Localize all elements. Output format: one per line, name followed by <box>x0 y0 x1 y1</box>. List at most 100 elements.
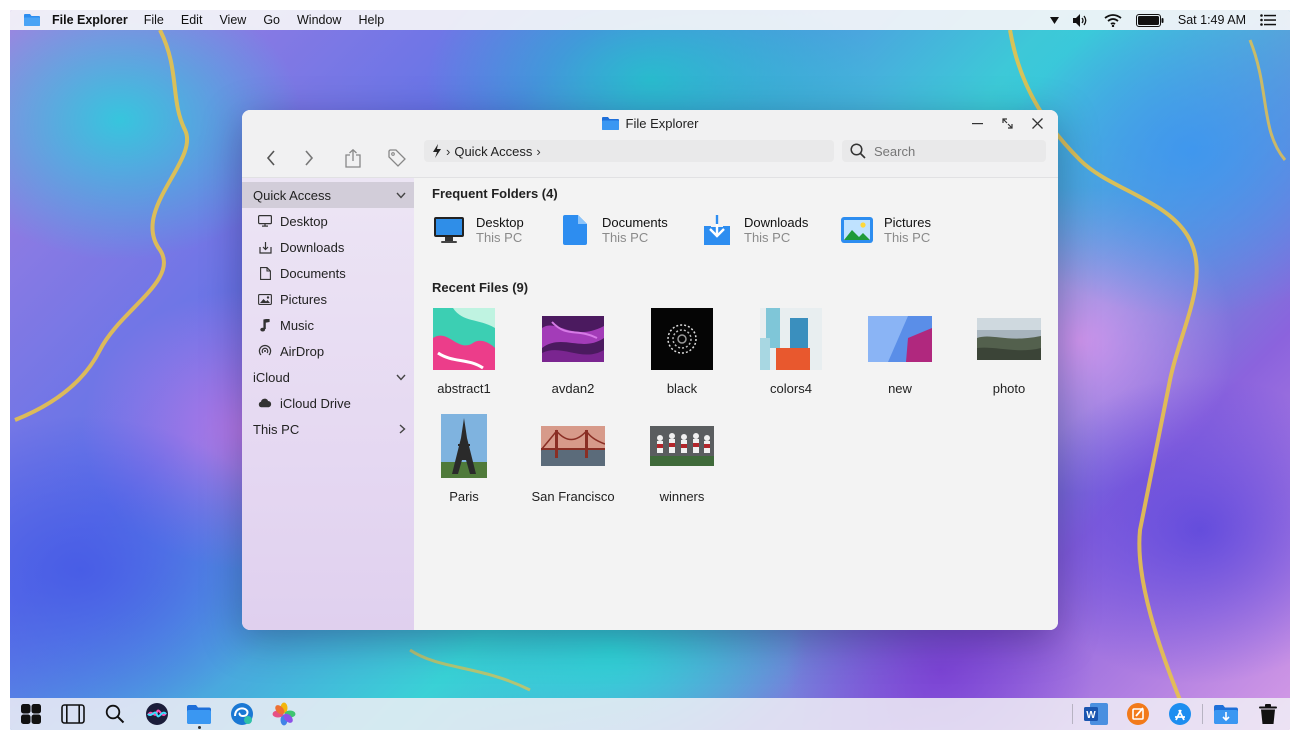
share-button[interactable] <box>340 145 366 171</box>
chevron-down-icon[interactable] <box>396 374 406 381</box>
frequent-folder-pictures[interactable]: Pictures This PC <box>840 213 931 247</box>
file-name: new <box>888 381 912 396</box>
dropdown-arrow-icon[interactable] <box>1049 16 1059 24</box>
running-indicator <box>198 726 201 729</box>
recent-file-san-francisco[interactable]: San Francisco <box>523 414 623 504</box>
battery-icon[interactable] <box>1135 13 1164 27</box>
sidebar-item-downloads[interactable]: Downloads <box>242 234 414 260</box>
recent-file-winners[interactable]: winners <box>632 414 732 504</box>
sidebar-item-label: iCloud Drive <box>280 395 351 411</box>
downloads-stack-icon[interactable] <box>1214 702 1238 726</box>
sidebar-section-label: Quick Access <box>253 187 332 203</box>
breadcrumb-quick-access[interactable]: Quick Access <box>454 144 532 159</box>
back-button[interactable] <box>258 145 284 171</box>
image-thumbnail <box>760 308 822 370</box>
menu-file[interactable]: File <box>144 13 164 27</box>
sidebar-item-pictures[interactable]: Pictures <box>242 286 414 312</box>
pages-icon[interactable] <box>1126 702 1150 726</box>
folder-name: Downloads <box>744 215 809 230</box>
start-icon[interactable] <box>19 702 43 726</box>
menu-go[interactable]: Go <box>263 13 280 27</box>
monitor-icon <box>258 214 272 228</box>
dock: W <box>10 698 1290 730</box>
volume-icon[interactable] <box>1072 13 1090 27</box>
clock[interactable]: Sat 1:49 AM <box>1178 13 1246 27</box>
sidebar-item-label: Desktop <box>280 213 328 229</box>
main-content: Frequent Folders (4) Desktop This PC Doc… <box>414 178 1058 630</box>
menu-help[interactable]: Help <box>358 13 384 27</box>
task-view-icon[interactable] <box>61 702 85 726</box>
sidebar-item-airdrop[interactable]: AirDrop <box>242 338 414 364</box>
folder-name: Desktop <box>476 215 524 230</box>
trash-icon[interactable] <box>1256 702 1280 726</box>
file-name: photo <box>992 381 1026 396</box>
close-button[interactable] <box>1022 113 1052 133</box>
sidebar-item-icloud-drive[interactable]: iCloud Drive <box>242 390 414 416</box>
file-explorer-icon[interactable] <box>187 702 211 726</box>
file-name: avdan2 <box>551 381 595 396</box>
sidebar-item-label: Music <box>280 317 314 333</box>
search-input[interactable] <box>874 143 1034 159</box>
search-box[interactable] <box>842 140 1046 162</box>
chevron-down-icon[interactable] <box>396 192 406 199</box>
sidebar-section-label: iCloud <box>253 369 290 385</box>
maximize-button[interactable] <box>992 113 1022 133</box>
app-store-icon[interactable] <box>1168 702 1192 726</box>
share-icon <box>345 148 361 168</box>
sidebar-section-label: This PC <box>253 421 300 437</box>
folder-location: This PC <box>884 230 931 245</box>
recent-file-photo[interactable]: photo <box>959 308 1058 396</box>
app-name-menu[interactable]: File Explorer <box>52 13 128 27</box>
sidebar-section-quick-access[interactable]: Quick Access <box>242 182 414 208</box>
frequent-folder-documents[interactable]: Documents This PC <box>558 213 668 247</box>
tag-button[interactable] <box>384 145 410 171</box>
folder-location: This PC <box>602 230 649 245</box>
sidebar-section-this-pc[interactable]: This PC <box>242 416 414 442</box>
dock-separator <box>1072 704 1073 724</box>
image-thumbnail <box>977 318 1041 360</box>
folder-icon <box>601 116 619 130</box>
menu-edit[interactable]: Edit <box>181 13 203 27</box>
address-bar[interactable]: › Quick Access › <box>424 140 834 162</box>
sidebar-item-desktop[interactable]: Desktop <box>242 208 414 234</box>
wifi-icon[interactable] <box>1104 13 1122 27</box>
image-thumbnail <box>650 426 714 466</box>
search-icon[interactable] <box>103 702 127 726</box>
recent-file-paris[interactable]: Paris <box>414 414 514 504</box>
sidebar-item-documents[interactable]: Documents <box>242 260 414 286</box>
recent-file-abstract1[interactable]: abstract1 <box>414 308 514 396</box>
bolt-icon <box>433 144 441 158</box>
image-thumbnail <box>540 426 606 466</box>
list-icon[interactable] <box>1260 14 1276 26</box>
desktop-folder-icon <box>432 213 466 247</box>
file-name: Paris <box>449 489 479 504</box>
recent-files-heading: Recent Files (9) <box>432 280 529 295</box>
file-name: black <box>666 381 698 396</box>
frequent-folder-desktop[interactable]: Desktop This PC <box>432 213 524 247</box>
title-bar[interactable]: File Explorer <box>242 110 1058 136</box>
chevron-right-icon[interactable] <box>399 424 406 434</box>
breadcrumb-separator: › <box>536 143 541 159</box>
siri-icon[interactable] <box>145 702 169 726</box>
forward-button[interactable] <box>296 145 322 171</box>
file-name: winners <box>659 489 705 504</box>
file-explorer-app-icon[interactable] <box>24 14 40 26</box>
word-icon[interactable]: W <box>1084 702 1108 726</box>
photos-icon[interactable] <box>272 702 296 726</box>
recent-file-new[interactable]: new <box>850 308 950 396</box>
frequent-folder-downloads[interactable]: Downloads This PC <box>700 213 808 247</box>
image-thumbnail <box>868 316 932 362</box>
edge-icon[interactable] <box>230 702 254 726</box>
sidebar-item-music[interactable]: Music <box>242 312 414 338</box>
menu-window[interactable]: Window <box>297 13 341 27</box>
recent-file-black[interactable]: black <box>632 308 732 396</box>
music-icon <box>258 318 272 332</box>
expand-icon <box>1001 117 1013 129</box>
recent-file-colors4[interactable]: colors4 <box>741 308 841 396</box>
menu-view[interactable]: View <box>219 13 246 27</box>
chevron-right-icon <box>305 150 314 166</box>
sidebar-section-icloud[interactable]: iCloud <box>242 364 414 390</box>
recent-file-avdan2[interactable]: avdan2 <box>523 308 623 396</box>
minimize-button[interactable] <box>962 113 992 133</box>
window-title: File Explorer <box>625 115 699 131</box>
